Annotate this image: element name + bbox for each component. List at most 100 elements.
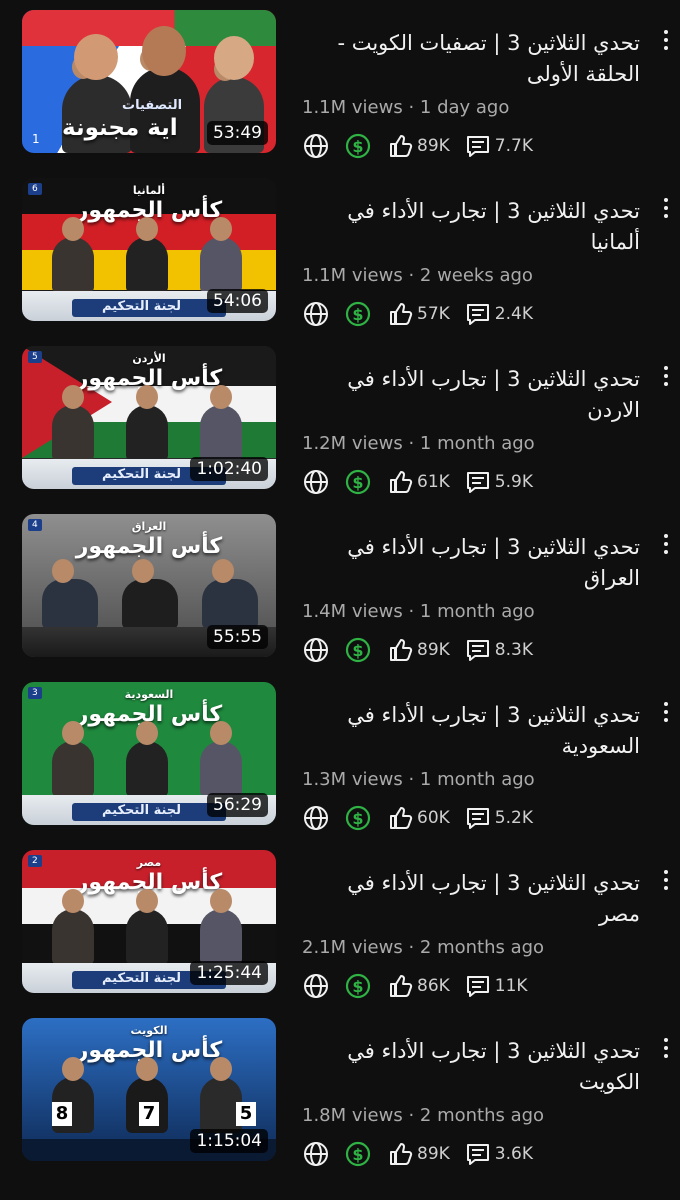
video-thumbnail[interactable]: ألمانيا كأس الجمهور لجنة التحكيم 6 54:06 (22, 178, 276, 321)
comment-icon (466, 136, 489, 157)
video-row[interactable]: الأردن كأس الجمهور لجنة التحكيم 5 1:02:4… (0, 336, 680, 504)
globe-icon (304, 638, 328, 662)
thumb-panel-label: لجنة التحكيم (102, 467, 182, 482)
thumb-country: الأردن (132, 352, 166, 365)
globe-icon (304, 302, 328, 326)
more-vertical-icon[interactable] (659, 366, 673, 392)
dollar-icon: $ (345, 637, 371, 663)
globe-icon (304, 134, 328, 158)
upload-age: 1 day ago (419, 97, 510, 118)
video-thumbnail[interactable]: الأردن كأس الجمهور لجنة التحكيم 5 1:02:4… (22, 346, 276, 489)
svg-text:$: $ (352, 641, 363, 660)
thumbs-up-icon (390, 807, 413, 829)
dollar-icon: $ (345, 469, 371, 495)
video-thumbnail[interactable]: العراق كأس الجمهور 4 55:55 (22, 514, 276, 657)
thumbs-up-icon (390, 975, 413, 997)
svg-text:$: $ (352, 137, 363, 156)
video-row[interactable]: ألمانيا كأس الجمهور لجنة التحكيم 6 54:06… (0, 168, 680, 336)
like-count: 61K (417, 472, 450, 492)
thumb-label: التصفيات (122, 98, 183, 113)
comment-count: 8.3K (494, 640, 533, 660)
comment-icon (466, 808, 489, 829)
video-title[interactable]: تحدي الثلاثين 3 | تجارب الأداء في الكويت (300, 1036, 640, 1098)
video-meta: 1.3M views · 1 month ago (302, 769, 535, 790)
globe-icon (304, 806, 328, 830)
comment-icon (466, 1144, 489, 1165)
duration-badge: 1:02:40 (190, 457, 268, 481)
thumb-panel-label: لجنة التحكيم (102, 971, 182, 986)
thumbs-up-icon (390, 1143, 413, 1165)
thumbs-up-icon (390, 303, 413, 325)
comment-icon (466, 472, 489, 493)
video-row[interactable]: العراق كأس الجمهور 4 55:55 تحدي الثلاثين… (0, 504, 680, 672)
video-stats: $ 86K 11K (302, 971, 528, 1001)
globe-icon (304, 1142, 328, 1166)
episode-badge: 2 (28, 855, 42, 867)
video-stats: $ 57K 2.4K (302, 299, 533, 329)
video-title[interactable]: تحدي الثلاثين 3 | تجارب الأداء في الاردن (300, 364, 640, 426)
svg-text:$: $ (352, 1145, 363, 1164)
more-vertical-icon[interactable] (659, 702, 673, 728)
svg-text:$: $ (352, 305, 363, 324)
globe-icon (304, 470, 328, 494)
comment-count: 7.7K (494, 136, 533, 156)
duration-badge: 54:06 (207, 289, 268, 313)
video-title[interactable]: تحدي الثلاثين 3 | تجارب الأداء في السعود… (300, 700, 640, 762)
view-count: 2.1M views (302, 937, 403, 958)
dollar-icon: $ (345, 133, 371, 159)
video-row[interactable]: السعودية كأس الجمهور لجنة التحكيم 3 56:2… (0, 672, 680, 840)
thumb-country: ألمانيا (132, 184, 166, 197)
video-thumbnail[interactable]: التصفيات اية مجنونة 1 53:49 (22, 10, 276, 153)
upload-age: 2 months ago (419, 937, 545, 958)
video-meta: 1.1M views · 2 weeks ago (302, 265, 533, 286)
upload-age: 2 weeks ago (419, 265, 533, 286)
video-title[interactable]: تحدي الثلاثين 3 | تجارب الأداء في ألماني… (300, 196, 640, 258)
svg-text:$: $ (352, 977, 363, 996)
score-card: 7 (139, 1102, 159, 1126)
upload-age: 2 months ago (419, 1105, 545, 1126)
comment-icon (466, 640, 489, 661)
more-vertical-icon[interactable] (659, 198, 673, 224)
comment-icon (466, 304, 489, 325)
video-meta: 1.4M views · 1 month ago (302, 601, 535, 622)
like-count: 89K (417, 640, 450, 660)
like-count: 86K (417, 976, 450, 996)
video-meta: 1.2M views · 1 month ago (302, 433, 535, 454)
video-row[interactable]: الكويت كأس الجمهور 8 7 5 1:15:04 تحدي ال… (0, 1008, 680, 1176)
like-count: 60K (417, 808, 450, 828)
thumb-country: الكويت (130, 1024, 168, 1037)
more-vertical-icon[interactable] (659, 870, 673, 896)
view-count: 1.4M views (302, 601, 403, 622)
more-vertical-icon[interactable] (659, 30, 673, 56)
video-thumbnail[interactable]: السعودية كأس الجمهور لجنة التحكيم 3 56:2… (22, 682, 276, 825)
svg-text:$: $ (352, 809, 363, 828)
thumbs-up-icon (390, 639, 413, 661)
video-title[interactable]: تحدي الثلاثين 3 | تصفيات الكويت - الحلقة… (300, 28, 640, 90)
episode-badge: 4 (28, 519, 42, 531)
comment-count: 3.6K (494, 1144, 533, 1164)
view-count: 1.3M views (302, 769, 403, 790)
dollar-icon: $ (345, 805, 371, 831)
thumb-headline: اية مجنونة (62, 115, 178, 141)
video-title[interactable]: تحدي الثلاثين 3 | تجارب الأداء في مصر (300, 868, 640, 930)
video-title[interactable]: تحدي الثلاثين 3 | تجارب الأداء في العراق (300, 532, 640, 594)
thumb-panel-label: لجنة التحكيم (102, 803, 182, 818)
video-stats: $ 89K 7.7K (302, 131, 533, 161)
duration-badge: 1:15:04 (190, 1129, 268, 1153)
video-thumbnail[interactable]: الكويت كأس الجمهور 8 7 5 1:15:04 (22, 1018, 276, 1161)
video-row[interactable]: مصر كأس الجمهور لجنة التحكيم 2 1:25:44 ت… (0, 840, 680, 1008)
more-vertical-icon[interactable] (659, 534, 673, 560)
video-row[interactable]: التصفيات اية مجنونة 1 53:49 تحدي الثلاثي… (0, 0, 680, 168)
view-count: 1.1M views (302, 97, 403, 118)
comment-icon (466, 976, 489, 997)
comment-count: 11K (494, 976, 528, 996)
video-meta: 2.1M views · 2 months ago (302, 937, 545, 958)
dollar-icon: $ (345, 301, 371, 327)
more-vertical-icon[interactable] (659, 1038, 673, 1064)
like-count: 57K (417, 304, 450, 324)
score-card: 8 (52, 1102, 72, 1126)
comment-count: 5.2K (494, 808, 533, 828)
video-thumbnail[interactable]: مصر كأس الجمهور لجنة التحكيم 2 1:25:44 (22, 850, 276, 993)
video-stats: $ 89K 3.6K (302, 1139, 533, 1169)
globe-icon (304, 974, 328, 998)
